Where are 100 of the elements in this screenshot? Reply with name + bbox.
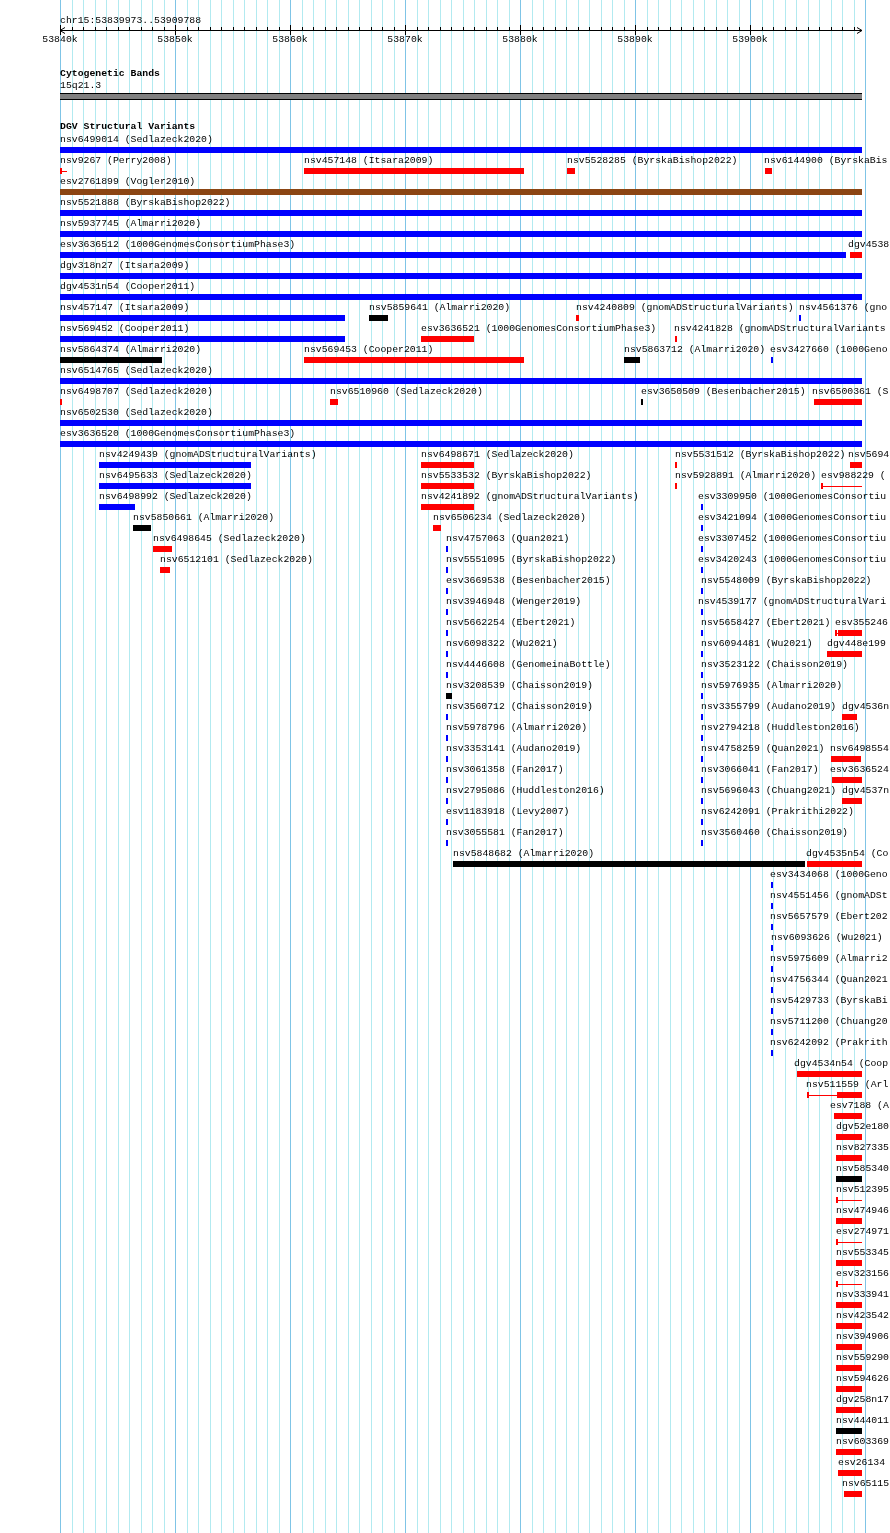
- variant-label: dgv52e180: [836, 1121, 889, 1132]
- variant-label: nsv5696043 (Chuang2021): [701, 785, 837, 796]
- variant-label: nsv5657579 (Ebert202: [770, 911, 888, 922]
- variant-label: nsv3560712 (Chaisson2019): [446, 701, 593, 712]
- variant-label: nsv3055581 (Fan2017): [446, 827, 564, 838]
- variant-label: esv274971: [836, 1226, 889, 1237]
- variant-label: nsv333941: [836, 1289, 889, 1300]
- variant-label: nsv585340: [836, 1163, 889, 1174]
- variant-label: esv3307452 (1000GenomesConsortiu: [698, 533, 887, 544]
- variant-label: nsv457147 (Itsara2009): [60, 302, 190, 313]
- variant-label: nsv6098322 (Wu2021): [446, 638, 558, 649]
- variant-label: nsv553345: [836, 1247, 889, 1258]
- variant-label: nsv4539177 (gnomADStructuralVari: [698, 596, 887, 607]
- variant-label: nsv5976935 (Almarri2020): [701, 680, 843, 691]
- variant-label: nsv512395: [836, 1184, 889, 1195]
- variant-label: nsv9267 (Perry2008): [60, 155, 172, 166]
- location-label: chr15:53839973..53909788: [60, 15, 202, 26]
- variant-label: nsv511559 (Arl: [806, 1079, 889, 1090]
- variant-label: nsv3066041 (Fan2017): [701, 764, 819, 775]
- variant-label: nsv5711200 (Chuang20: [770, 1016, 888, 1027]
- variant-label: nsv5864374 (Almarri2020): [60, 344, 202, 355]
- variant-label: nsv3353141 (Audano2019): [446, 743, 582, 754]
- variant-label: nsv6502530 (Sedlazeck2020): [60, 407, 213, 418]
- axis-label: 53870k: [387, 34, 423, 45]
- axis-label: 53850k: [157, 34, 193, 45]
- variant-label: nsv6498707 (Sedlazeck2020): [60, 386, 213, 397]
- variant-label: nsv65115: [842, 1478, 890, 1489]
- variant-label: nsv4249439 (gnomADStructuralVariants): [99, 449, 317, 460]
- variant-label: esv2761899 (Vogler2010): [60, 176, 196, 187]
- variant-label: dgv4536n: [842, 701, 890, 712]
- variant-label: nsv444011: [836, 1415, 889, 1426]
- variant-label: nsv4561376 (gno: [799, 302, 888, 313]
- variant-label: esv323156: [836, 1268, 889, 1279]
- variant-label: dgv4531n54 (Cooper2011): [60, 281, 196, 292]
- variant-label: nsv5848682 (Almarri2020): [453, 848, 595, 859]
- variant-label: nsv5658427 (Ebert2021): [701, 617, 831, 628]
- variant-label: esv1183918 (Levy2007): [446, 806, 570, 817]
- variant-label: dgv4534n54 (Coop: [794, 1058, 889, 1069]
- variant-label: esv3420243 (1000GenomesConsortiu: [698, 554, 887, 565]
- variant-label: nsv6498992 (Sedlazeck2020): [99, 491, 252, 502]
- variant-label: nsv6093626 (Wu2021): [771, 932, 883, 943]
- variant-label: nsv594626: [836, 1373, 889, 1384]
- variant-label: nsv5551095 (ByrskaBishop2022): [446, 554, 617, 565]
- variant-label: nsv5662254 (Ebert2021): [446, 617, 576, 628]
- variant-label: esv3669538 (Besenbacher2015): [446, 575, 611, 586]
- variant-label: esv3427660 (1000Geno: [770, 344, 888, 355]
- variant-label: nsv5975609 (Almarri2: [770, 953, 888, 964]
- variant-label: nsv4240809 (gnomADStructuralVariants): [576, 302, 794, 313]
- variant-label: nsv4756344 (Quan2021: [770, 974, 888, 985]
- variant-label: nsv6242091 (Prakrithi2022): [701, 806, 854, 817]
- variant-label: nsv3560460 (Chaisson2019): [701, 827, 848, 838]
- variant-label: nsv6498671 (Sedlazeck2020): [421, 449, 574, 460]
- variant-label: esv3650509 (Besenbacher2015): [641, 386, 806, 397]
- variant-label: nsv3355799 (Audano2019): [701, 701, 837, 712]
- variant-label: nsv2794218 (Huddleston2016): [701, 722, 860, 733]
- variant-label: dgv4535n54 (Co: [806, 848, 889, 859]
- variant-label: nsv4758259 (Quan2021): [701, 743, 825, 754]
- variant-label: nsv5531512 (ByrskaBishop2022): [675, 449, 846, 460]
- variant-label: nsv559290: [836, 1352, 889, 1363]
- variant-label: esv3421094 (1000GenomesConsortiu: [698, 512, 887, 523]
- track-title: DGV Structural Variants: [60, 121, 196, 132]
- variant-label: nsv6506234 (Sedlazeck2020): [433, 512, 586, 523]
- axis-label: 53860k: [272, 34, 308, 45]
- variant-label: nsv4757063 (Quan2021): [446, 533, 570, 544]
- variant-label: nsv5928891 (Almarri2020): [675, 470, 817, 481]
- variant-label: dgv4538: [848, 239, 890, 250]
- variant-label: dgv318n27 (Itsara2009): [60, 260, 190, 271]
- variant-label: nsv6500361 (S: [812, 386, 889, 397]
- variant-label: nsv5978796 (Almarri2020): [446, 722, 588, 733]
- variant-label: nsv423542: [836, 1310, 889, 1321]
- band-label: 15q21.3: [60, 80, 102, 91]
- variant-label: esv3309950 (1000GenomesConsortiu: [698, 491, 887, 502]
- variant-label: nsv4241892 (gnomADStructuralVariants): [421, 491, 639, 502]
- variant-label: nsv603369: [836, 1436, 889, 1447]
- variant-label: nsv6499014 (Sedlazeck2020): [60, 134, 213, 145]
- variant-label: esv3636520 (1000GenomesConsortiumPhase3): [60, 428, 296, 439]
- variant-label: nsv6510960 (Sedlazeck2020): [330, 386, 483, 397]
- variant-label: nsv474946: [836, 1205, 889, 1216]
- variant-label: esv3636521 (1000GenomesConsortiumPhase3): [421, 323, 657, 334]
- variant-label: nsv6498645 (Sedlazeck2020): [153, 533, 306, 544]
- axis-label: 53890k: [617, 34, 653, 45]
- variant-label: nsv3946948 (Wenger2019): [446, 596, 582, 607]
- variant-label: nsv5548009 (ByrskaBishop2022): [701, 575, 872, 586]
- variant-label: nsv827335: [836, 1142, 889, 1153]
- variant-label: nsv5859641 (Almarri2020): [369, 302, 511, 313]
- variant-label: nsv6498554: [830, 743, 889, 754]
- variant-label: nsv5863712 (Almarri2020): [624, 344, 766, 355]
- variant-label: dgv258n17: [836, 1394, 889, 1405]
- variant-label: nsv4241828 (gnomADStructuralVariants: [674, 323, 886, 334]
- variant-label: nsv6512101 (Sedlazeck2020): [160, 554, 313, 565]
- variant-label: esv3636512 (1000GenomesConsortiumPhase3): [60, 239, 296, 250]
- variant-label: nsv6514765 (Sedlazeck2020): [60, 365, 213, 376]
- variant-label: nsv5850661 (Almarri2020): [133, 512, 275, 523]
- variant-label: nsv6242092 (Prakrith: [770, 1037, 888, 1048]
- variant-label: nsv5429733 (ByrskaBi: [770, 995, 888, 1006]
- variant-label: nsv6495633 (Sedlazeck2020): [99, 470, 252, 481]
- variant-label: esv988229 (: [821, 470, 886, 481]
- variant-label: esv3636524: [830, 764, 889, 775]
- axis-label: 53880k: [502, 34, 538, 45]
- variant-label: nsv5521888 (ByrskaBishop2022): [60, 197, 231, 208]
